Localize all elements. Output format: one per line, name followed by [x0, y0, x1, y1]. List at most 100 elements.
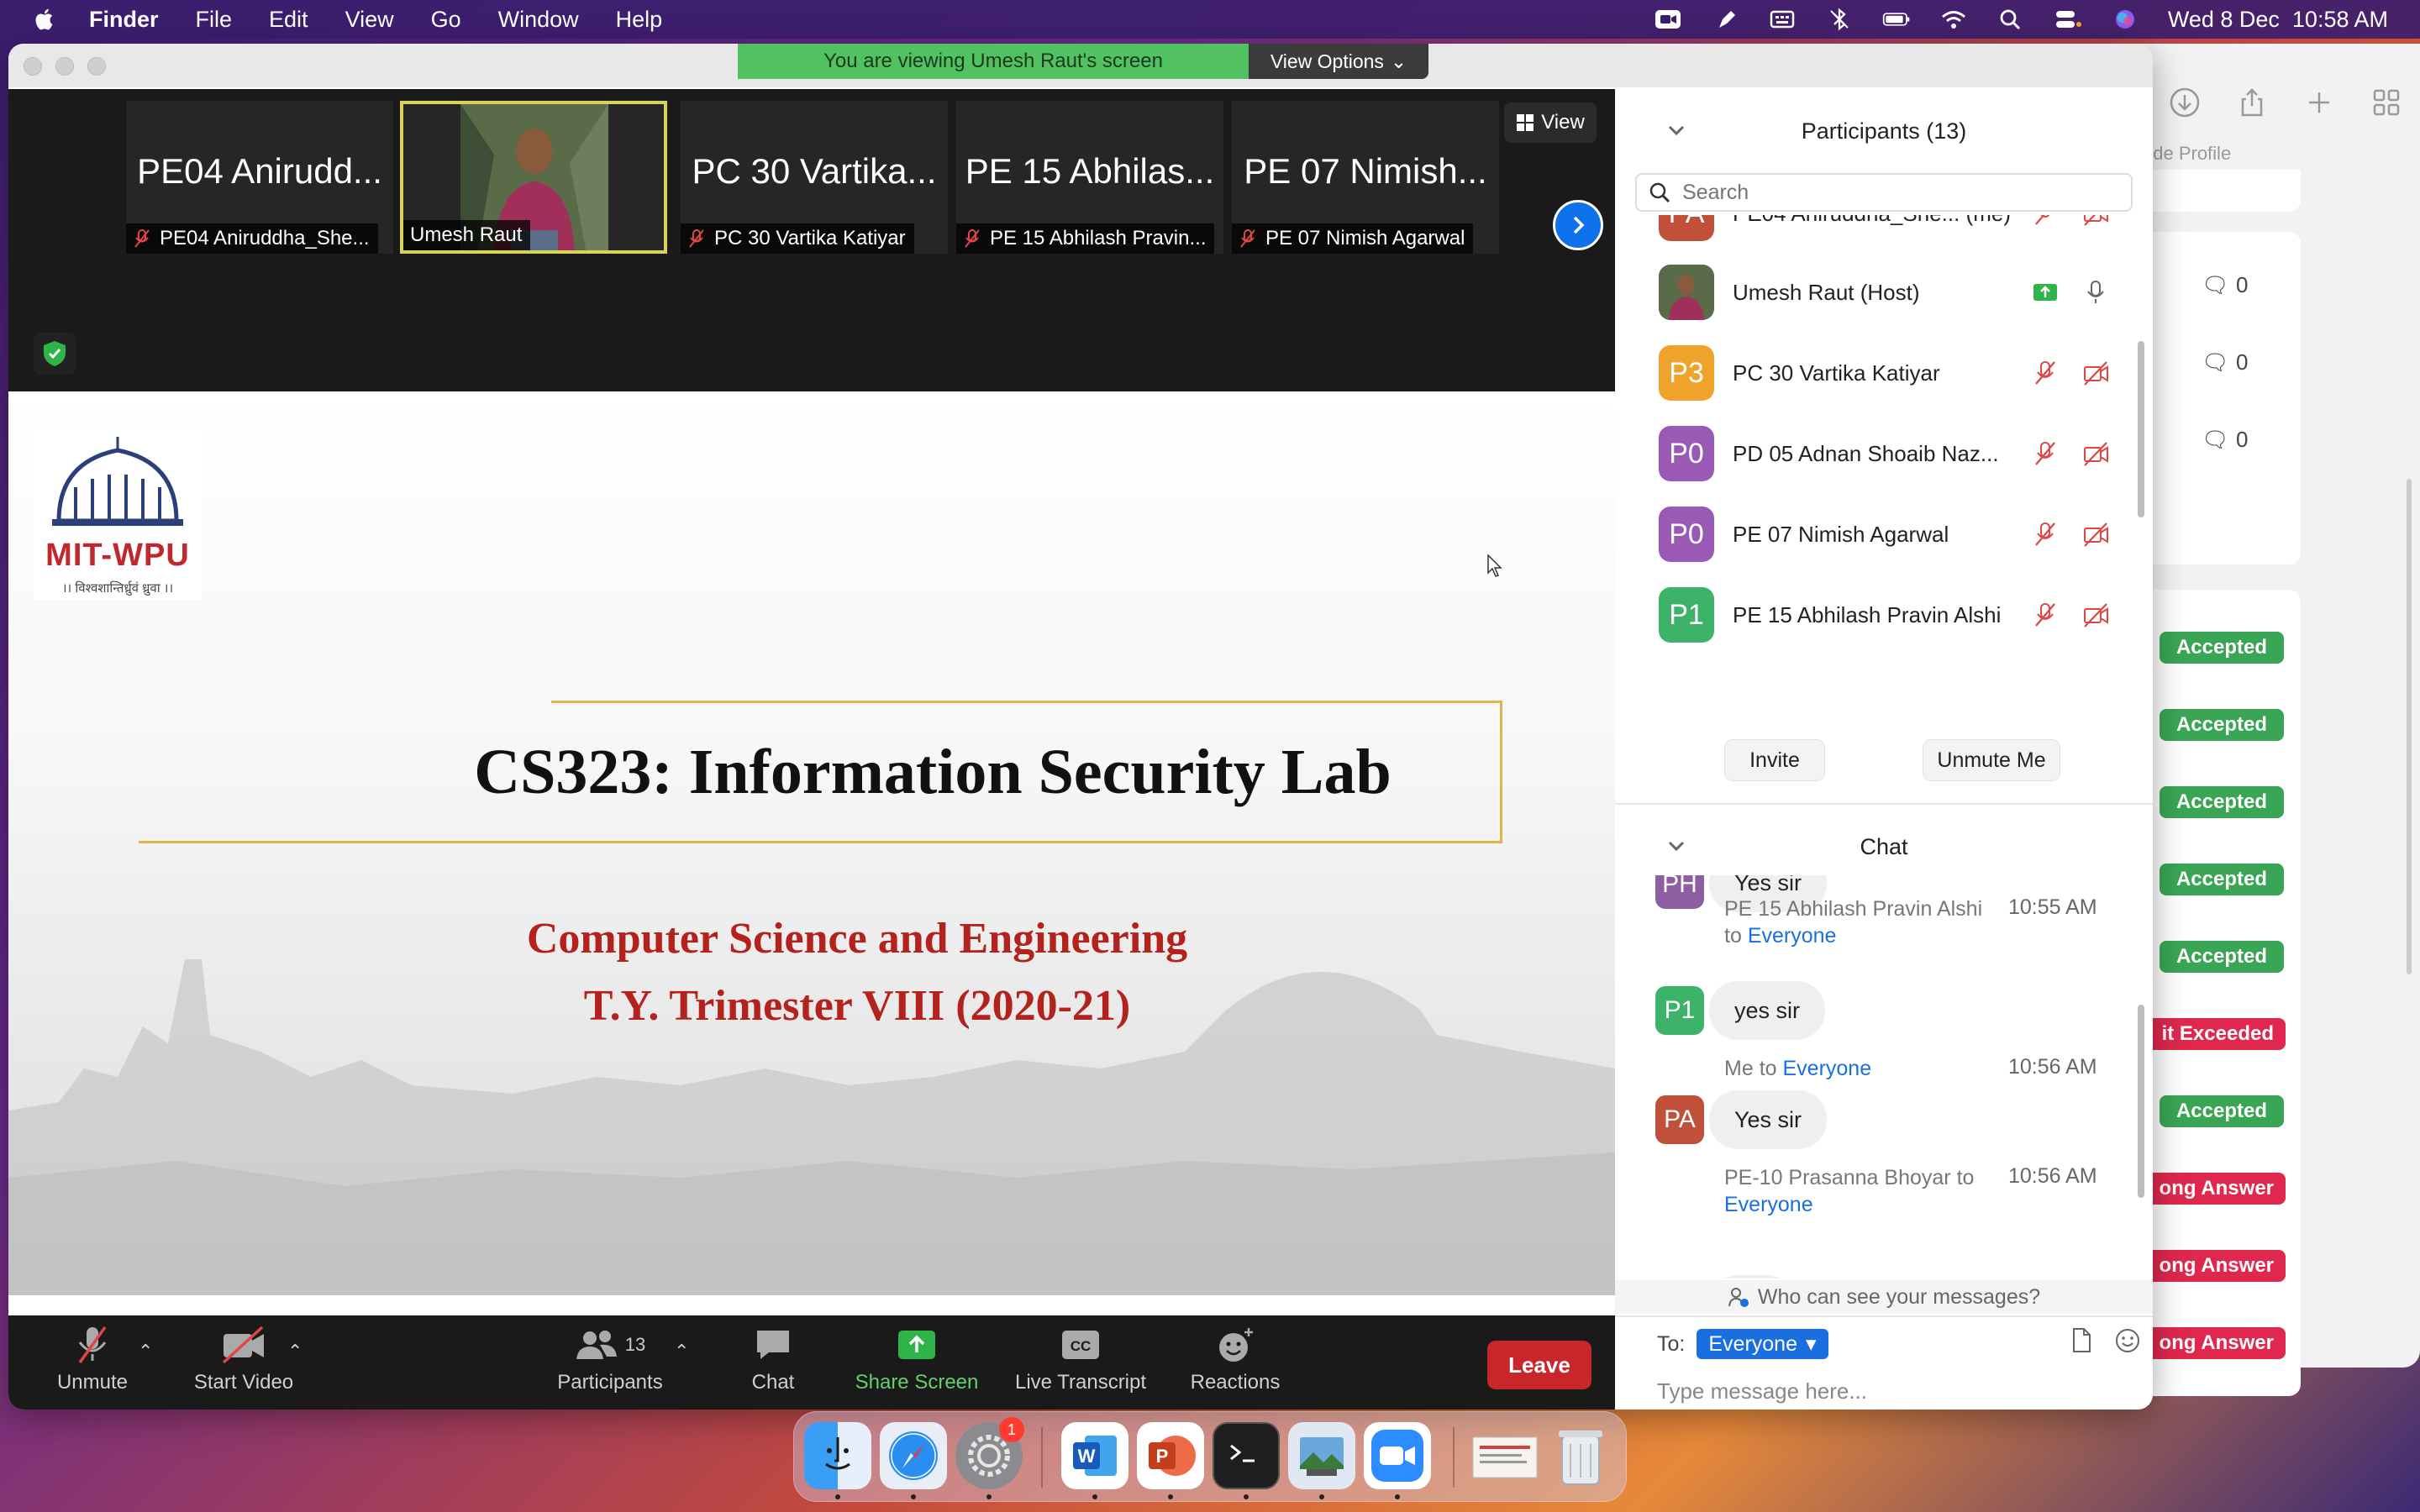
chat-title: Chat: [1860, 833, 1908, 859]
spotlight-search-icon[interactable]: [1996, 8, 2025, 31]
view-layout-button[interactable]: View: [1504, 102, 1597, 143]
participants-scrollbar[interactable]: [2138, 341, 2144, 517]
collapse-chevron-icon[interactable]: [1665, 119, 1687, 141]
chat-message-input[interactable]: [1657, 1374, 2128, 1408]
participants-list: PA PE04 Aniruddha_She... (me) Umesh Raut…: [1615, 215, 2153, 672]
wifi-icon[interactable]: [1939, 8, 1968, 31]
background-app-window: ode Profile 🗨 0 🗨 0 🗨 0: [2118, 44, 2420, 1396]
tile-display-name: PE 07 Nimish...: [1244, 151, 1487, 191]
tile-display-name: PE 15 Abhilas...: [965, 151, 1215, 191]
background-scrollbar[interactable]: [2407, 479, 2412, 974]
recipient-select[interactable]: Everyone ▾: [1697, 1329, 1828, 1359]
tile-display-name: PE04 Anirudd...: [137, 151, 382, 191]
live-transcript-button[interactable]: CC Live Transcript: [1005, 1322, 1156, 1410]
menu-edit[interactable]: Edit: [269, 7, 308, 33]
bluetooth-off-icon[interactable]: [1825, 8, 1854, 31]
start-video-button[interactable]: Start Video: [176, 1322, 311, 1410]
document-icon[interactable]: [1471, 1422, 1539, 1489]
video-tile-active-speaker[interactable]: Umesh Raut: [400, 101, 667, 254]
participant-row[interactable]: P0 PE 07 Nimish Agarwal: [1615, 494, 2136, 575]
notification-badge: 1: [999, 1417, 1024, 1442]
menu-app-finder[interactable]: Finder: [89, 7, 159, 33]
emoji-picker-icon[interactable]: [2114, 1327, 2141, 1354]
participant-row[interactable]: P3 PC 30 Vartika Katiyar: [1615, 333, 2136, 413]
file-attach-icon[interactable]: [2069, 1327, 2094, 1354]
view-options-button[interactable]: View Options ⌄: [1249, 44, 1428, 79]
preview-icon[interactable]: [1288, 1422, 1355, 1489]
download-icon[interactable]: [2168, 86, 2202, 119]
safari-icon[interactable]: [880, 1422, 947, 1489]
video-off-icon: [222, 1326, 264, 1364]
participants-button[interactable]: 13 Participants: [543, 1322, 677, 1410]
leave-meeting-button[interactable]: Leave: [1487, 1341, 1591, 1389]
audio-options-caret-icon[interactable]: ⌃: [138, 1341, 153, 1362]
node-profile-label[interactable]: ode Profile: [2143, 143, 2231, 165]
status-badge: Accepted: [2160, 709, 2284, 741]
participant-row[interactable]: Umesh Raut (Host): [1615, 252, 2136, 333]
zoom-status-icon[interactable]: [1654, 8, 1682, 31]
fullscreen-window-button[interactable]: [87, 57, 106, 76]
panel-divider: [1615, 1315, 2153, 1317]
chat-messages: PH Yes sir PE 15 Abhilash Pravin Alshi to…: [1615, 875, 2153, 1278]
powerpoint-icon[interactable]: P: [1137, 1422, 1204, 1489]
word-icon[interactable]: W: [1061, 1422, 1128, 1489]
participant-row[interactable]: P0 PD 05 Adnan Shoaib Naz...: [1615, 413, 2136, 494]
share-screen-button[interactable]: Share Screen: [845, 1322, 988, 1410]
running-indicator: [986, 1494, 992, 1499]
reactions-button[interactable]: Reactions: [1185, 1322, 1286, 1410]
closed-captions-icon: CC: [1062, 1331, 1099, 1359]
security-shield-icon[interactable]: [34, 333, 76, 375]
menu-help[interactable]: Help: [616, 7, 663, 33]
collapse-chevron-icon[interactable]: [1665, 835, 1687, 857]
video-tile[interactable]: PC 30 Vartika... PC 30 Vartika Katiyar: [681, 101, 948, 254]
comment-count[interactable]: 🗨 0: [2202, 272, 2248, 298]
terminal-icon[interactable]: [1213, 1422, 1280, 1489]
logo-motto: ।। विश्वशान्तिर्ध्रुवं ध्रुवा ।।: [61, 581, 174, 596]
trash-icon[interactable]: [1547, 1422, 1614, 1489]
apple-logo-icon[interactable]: [32, 6, 59, 33]
search-input[interactable]: [1682, 180, 2086, 205]
who-can-see-messages-link[interactable]: Who can see your messages?: [1615, 1280, 2153, 1314]
chat-scrollbar[interactable]: [2138, 1005, 2144, 1198]
video-off-icon: [2084, 603, 2108, 627]
close-window-button[interactable]: [24, 57, 42, 76]
share-icon[interactable]: [2235, 86, 2269, 119]
zoom-meeting-window: You are viewing Umesh Raut's screen View…: [8, 44, 2153, 1410]
chat-button[interactable]: Chat: [731, 1322, 815, 1410]
participant-search-box[interactable]: [1635, 173, 2133, 212]
unmute-me-button[interactable]: Unmute Me: [1923, 739, 2060, 781]
tab-overview-icon[interactable]: [2370, 86, 2403, 119]
video-tile[interactable]: PE 15 Abhilas... PE 15 Abhilash Pravin..…: [956, 101, 1223, 254]
zoom-icon[interactable]: [1364, 1422, 1431, 1489]
control-center-icon[interactable]: [2054, 8, 2082, 31]
battery-icon[interactable]: [1882, 8, 1911, 31]
menu-window[interactable]: Window: [498, 7, 579, 33]
title-frame: [139, 841, 1502, 843]
video-tile[interactable]: PE04 Anirudd... PE04 Aniruddha_She...: [126, 101, 393, 254]
running-indicator: [835, 1494, 840, 1499]
people-info-icon: [1728, 1288, 1749, 1307]
new-tab-icon[interactable]: [2302, 86, 2336, 119]
status-badge: Accepted: [2160, 1095, 2284, 1127]
menu-view[interactable]: View: [345, 7, 394, 33]
menu-file[interactable]: File: [196, 7, 233, 33]
invite-button[interactable]: Invite: [1724, 739, 1825, 781]
participant-row[interactable]: P1 PE 15 Abhilash Pravin Alshi: [1615, 575, 2136, 655]
comment-count[interactable]: 🗨 0: [2202, 427, 2248, 453]
siri-icon[interactable]: [2111, 8, 2139, 31]
unmute-button[interactable]: Unmute: [42, 1322, 143, 1410]
next-page-button[interactable]: [1553, 200, 1603, 250]
comment-count[interactable]: 🗨 0: [2202, 349, 2248, 375]
participant-row[interactable]: PA PE04 Aniruddha_She... (me): [1615, 215, 2136, 254]
background-toolbar: [2118, 69, 2420, 136]
mic-muted-icon: [2035, 361, 2055, 385]
pen-status-icon[interactable]: [1711, 8, 1739, 31]
participants-options-caret-icon[interactable]: ⌃: [674, 1341, 689, 1362]
keyboard-status-icon[interactable]: [1768, 8, 1797, 31]
video-tile[interactable]: PE 07 Nimish... PE 07 Nimish Agarwal: [1232, 101, 1499, 254]
menu-go[interactable]: Go: [431, 7, 461, 33]
menubar-clock[interactable]: Wed 8 Dec 10:58 AM: [2168, 7, 2388, 33]
finder-icon[interactable]: [804, 1422, 871, 1489]
video-options-caret-icon[interactable]: ⌃: [287, 1341, 302, 1362]
minimize-window-button[interactable]: [55, 57, 74, 76]
